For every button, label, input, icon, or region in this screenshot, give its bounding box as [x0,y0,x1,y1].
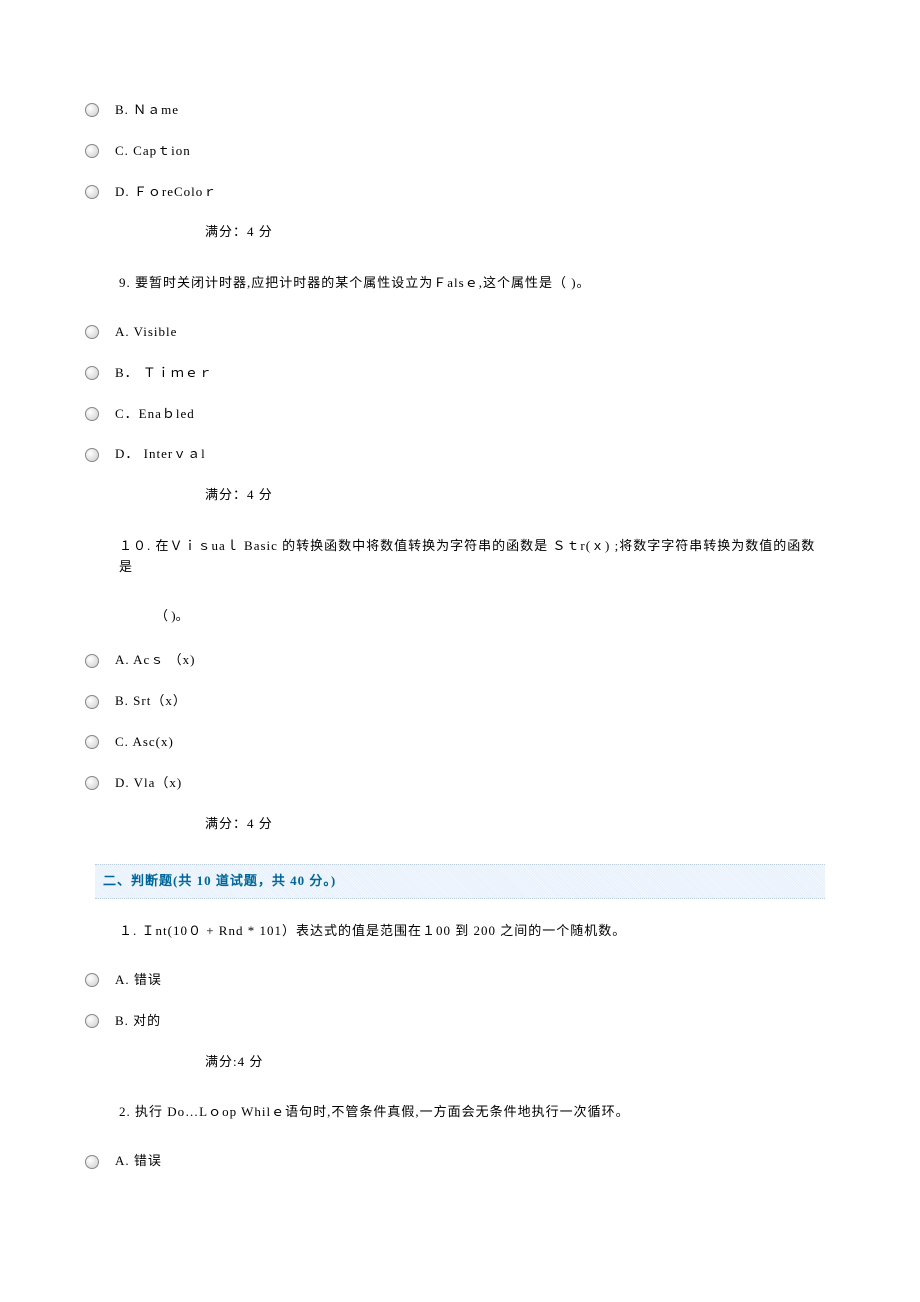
j2-option-a[interactable]: A. 错误 [85,1151,825,1172]
option-label: A. Acｓ （x) [115,650,195,671]
q10-option-a[interactable]: A. Acｓ （x) [85,650,825,671]
option-label: B. Ｎａme [115,100,179,121]
q9-option-c[interactable]: C．Enaｂled [85,404,825,425]
q10-option-d[interactable]: D. Vla（x) [85,773,825,794]
q9-option-a[interactable]: A. Visible [85,322,825,343]
option-label: A. 错误 [115,970,162,991]
judgment-1: １. Ｉnt(10０ + Rnd * 101）表达式的值是范围在１00 到 20… [119,921,825,942]
radio-icon [85,1014,99,1028]
score-text: 满分：4 分 [205,485,825,506]
question-9: 9. 要暂时关闭计时器,应把计时器的某个属性设立为Ｆalsｅ,这个属性是（ )。 [119,273,825,294]
radio-icon [85,1155,99,1169]
option-label: C. Asc(x) [115,732,174,753]
radio-icon [85,325,99,339]
radio-icon [85,366,99,380]
question-10-line2: （ )。 [155,606,825,627]
score-text: 满分：4 分 [205,222,825,243]
radio-icon [85,973,99,987]
radio-icon [85,144,99,158]
option-label: B. Srt（x） [115,691,187,712]
radio-icon [85,185,99,199]
radio-icon [85,695,99,709]
option-label: B． Ｔｉｍｅｒ [115,363,213,384]
radio-icon [85,654,99,668]
radio-icon [85,776,99,790]
score-text: 满分:4 分 [205,1052,825,1073]
j1-option-a[interactable]: A. 错误 [85,970,825,991]
section-2-header: 二、判断题(共 10 道试题，共 40 分。) [95,864,825,899]
j1-option-b[interactable]: B. 对的 [85,1011,825,1032]
option-label: A. 错误 [115,1151,162,1172]
judgment-2: 2. 执行 Do…Lｏop Whilｅ语句时,不管条件真假,一方面会无条件地执行… [119,1102,825,1123]
radio-icon [85,103,99,117]
option-c[interactable]: C. Capｔion [85,141,825,162]
q10-option-b[interactable]: B. Srt（x） [85,691,825,712]
option-label: D. Vla（x) [115,773,182,794]
option-label: D. ＦｏreColoｒ [115,182,217,203]
radio-icon [85,407,99,421]
option-label: B. 对的 [115,1011,161,1032]
option-label: C．Enaｂled [115,404,195,425]
radio-icon [85,735,99,749]
question-10-line1: １０. 在Ｖｉｓuaｌ Basic 的转换函数中将数值转换为字符串的函数是 Ｓｔ… [119,536,825,578]
score-text: 满分：4 分 [205,814,825,835]
q10-option-c[interactable]: C. Asc(x) [85,732,825,753]
radio-icon [85,448,99,462]
option-label: C. Capｔion [115,141,191,162]
option-label: A. Visible [115,322,177,343]
option-label: D． Interｖａl [115,444,206,465]
q9-option-d[interactable]: D． Interｖａl [85,444,825,465]
option-d[interactable]: D. ＦｏreColoｒ [85,182,825,203]
q9-option-b[interactable]: B． Ｔｉｍｅｒ [85,363,825,384]
option-b[interactable]: B. Ｎａme [85,100,825,121]
